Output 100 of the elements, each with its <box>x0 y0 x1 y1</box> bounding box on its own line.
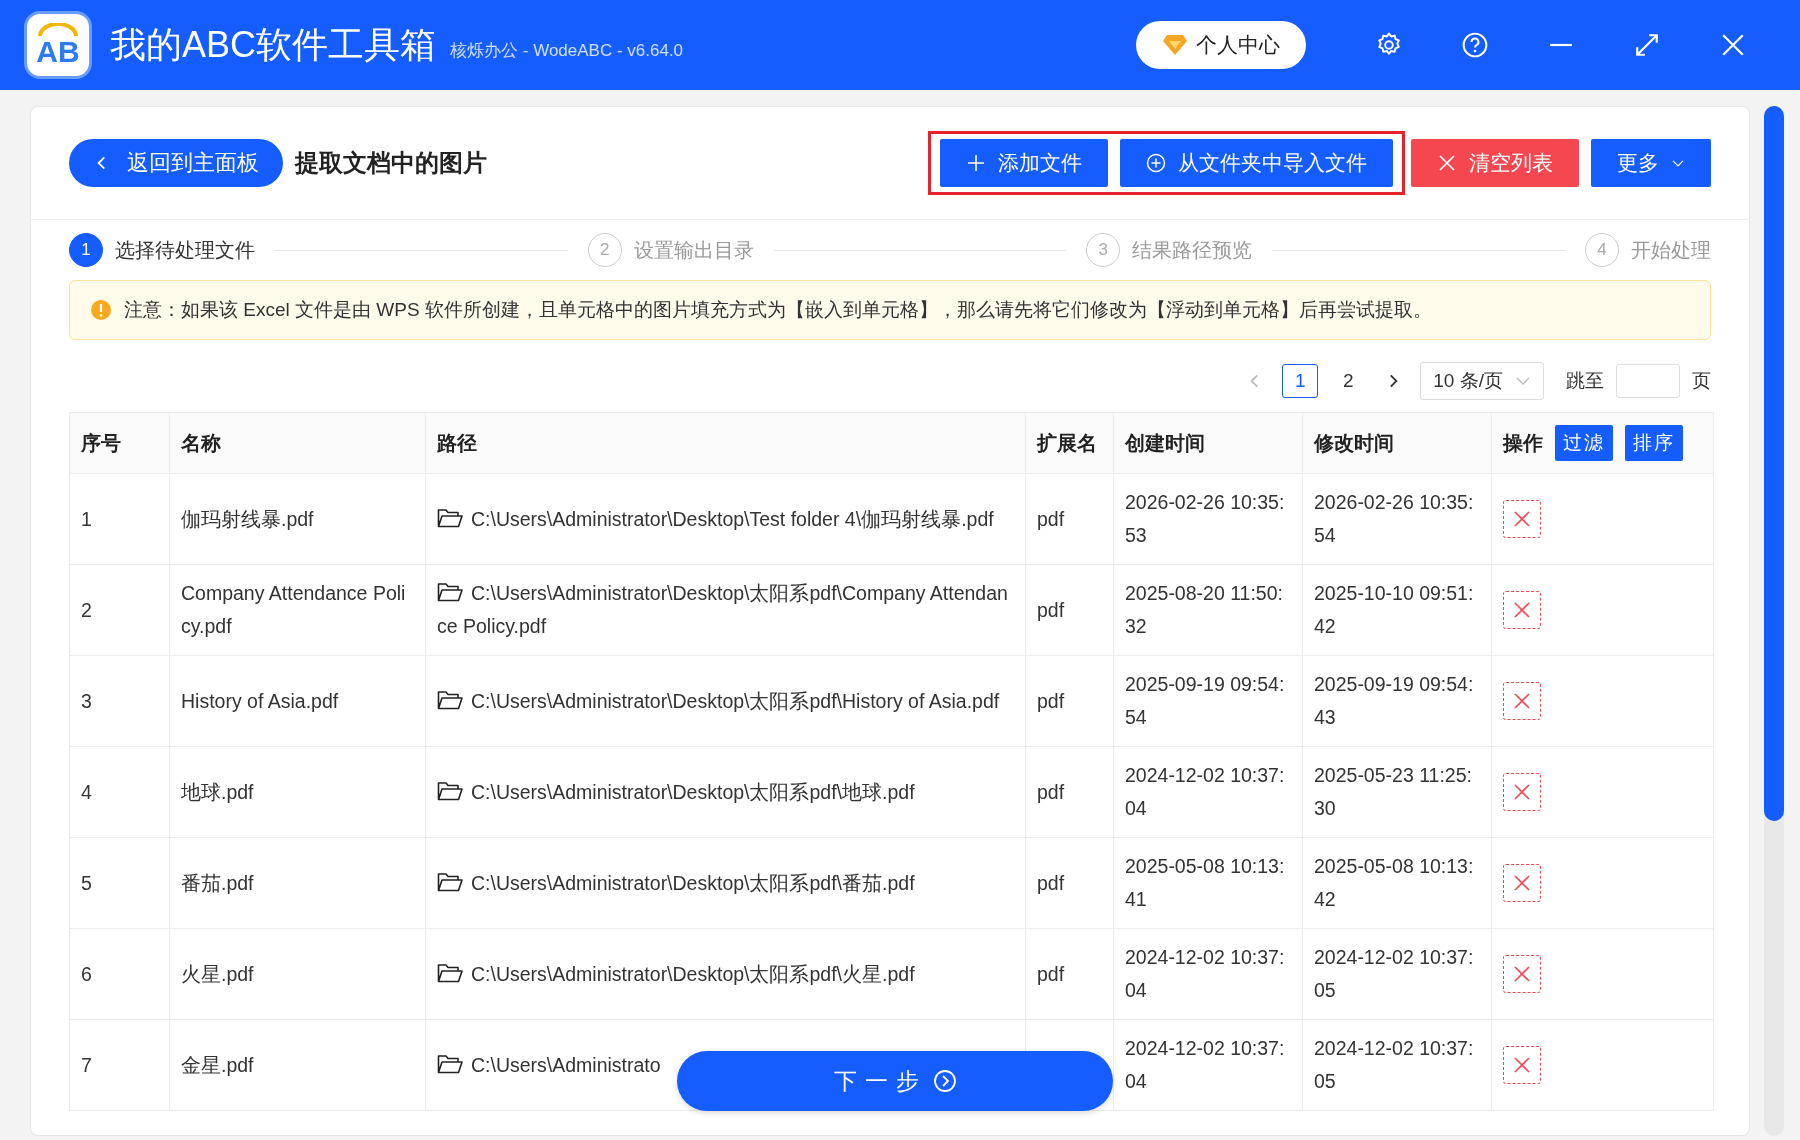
file-path: C:\Users\Administrator\Desktop\太阳系pdf\History of Asia.pdf <box>437 689 1000 712</box>
close-icon <box>1512 964 1532 984</box>
folder-icon <box>437 871 463 892</box>
file-path: C:\Users\Administrator\Desktop\太阳系pdf\地球.pdf <box>437 780 915 803</box>
table-cell: pdf <box>1025 655 1114 747</box>
close-icon[interactable] <box>1720 32 1746 58</box>
table-cell: 1 <box>69 473 170 565</box>
page-button[interactable]: 2 <box>1330 364 1367 398</box>
delete-button[interactable] <box>1503 591 1541 629</box>
add-button[interactable]: 添加文件 <box>940 139 1108 187</box>
table-cell: 2025-05-08 10:13:42 <box>1302 837 1492 929</box>
delete-button[interactable] <box>1503 955 1541 993</box>
table-cell: 2025-09-19 09:54:43 <box>1302 655 1492 747</box>
folder-icon <box>437 962 463 983</box>
delete-button[interactable] <box>1503 773 1541 811</box>
next-step-button[interactable]: 下一步 <box>677 1051 1113 1111</box>
close-icon <box>1437 153 1457 173</box>
table-cell: pdf <box>1025 564 1114 656</box>
step: 1 选择待处理文件 <box>69 233 255 267</box>
table-cell: 3 <box>69 655 170 747</box>
table-cell: 2 <box>69 564 170 656</box>
clear-button[interactable]: 清空列表 <box>1411 139 1579 187</box>
file-path: C:\Users\Administrato <box>437 1053 661 1076</box>
app-title: 我的ABC软件工具箱 <box>110 22 437 67</box>
close-icon <box>1512 873 1532 893</box>
file-path: C:\Users\Administrator\Desktop\太阳系pdf\番茄.pdf <box>437 871 915 894</box>
table-cell: pdf <box>1025 746 1114 838</box>
column-header: 名称 <box>169 412 426 474</box>
close-icon <box>1512 600 1532 620</box>
sort-button[interactable]: 排序 <box>1625 425 1683 461</box>
table-cell: pdf <box>1025 928 1114 1020</box>
delete-button[interactable] <box>1503 682 1541 720</box>
table-cell: Company Attendance Policy.pdf <box>169 564 426 656</box>
notice-text: 注意：如果该 Excel 文件是由 WPS 软件所创建，且单元格中的图片填充方式为【嵌入到单元格】，那么请先将它们修改为【浮动到单元格】后再尝试提取。 <box>124 298 1432 322</box>
table-cell: 4 <box>69 746 170 838</box>
close-icon <box>1512 509 1532 529</box>
settings-icon[interactable] <box>1376 32 1402 58</box>
import-button[interactable]: 从文件夹中导入文件 <box>1120 139 1393 187</box>
table-cell: 伽玛射线暴.pdf <box>169 473 426 565</box>
plus-icon <box>966 153 986 173</box>
folder-icon <box>437 780 463 801</box>
table-cell: 2026-02-26 10:35:53 <box>1113 473 1303 565</box>
table-cell: 2024-12-02 10:37:05 <box>1302 928 1492 1020</box>
page-button[interactable]: 1 <box>1282 364 1319 398</box>
page-unit: 页 <box>1692 369 1711 393</box>
column-header: 序号 <box>69 412 170 474</box>
maximize-icon[interactable] <box>1634 32 1660 58</box>
step: 3 结果路径预览 <box>1086 233 1253 267</box>
table-cell: 2024-12-02 10:37:05 <box>1302 1019 1492 1111</box>
table-cell: 2025-08-20 11:50:32 <box>1113 564 1303 656</box>
column-header: 修改时间 <box>1302 412 1492 474</box>
column-header: 路径 <box>425 412 1026 474</box>
folder-icon <box>437 689 463 710</box>
table-cell: pdf <box>1025 837 1114 929</box>
delete-button[interactable] <box>1503 500 1541 538</box>
folder-icon <box>437 1053 463 1074</box>
table-cell: 2024-12-02 10:37:04 <box>1113 746 1303 838</box>
folder-icon <box>437 507 463 528</box>
jump-label: 跳至 <box>1566 369 1604 393</box>
step: 2 设置输出目录 <box>587 233 754 267</box>
warning-icon <box>90 299 112 321</box>
page-input[interactable] <box>1616 364 1680 398</box>
step: 4 开始处理 <box>1585 233 1711 267</box>
table-cell: 金星.pdf <box>169 1019 426 1111</box>
table-cell: 2025-05-08 10:13:41 <box>1113 837 1303 929</box>
column-header: 创建时间 <box>1113 412 1303 474</box>
delete-button[interactable] <box>1503 864 1541 902</box>
table-cell: 番茄.pdf <box>169 837 426 929</box>
table-cell: 2024-12-02 10:37:04 <box>1113 928 1303 1020</box>
close-icon <box>1512 782 1532 802</box>
table-cell: 5 <box>69 837 170 929</box>
table-cell: 2025-10-10 09:51:42 <box>1302 564 1492 656</box>
table-cell: 7 <box>69 1019 170 1111</box>
table-cell: 火星.pdf <box>169 928 426 1020</box>
page-size-select[interactable]: 10 条/页 <box>1420 362 1544 400</box>
table-cell: pdf <box>1025 473 1114 565</box>
table-cell: 2025-09-19 09:54:54 <box>1113 655 1303 747</box>
help-icon[interactable] <box>1462 32 1488 58</box>
table-cell: 2026-02-26 10:35:54 <box>1302 473 1492 565</box>
scrollbar[interactable] <box>1764 106 1784 1136</box>
table-cell: History of Asia.pdf <box>169 655 426 747</box>
table-cell: 6 <box>69 928 170 1020</box>
table-cell: 2024-12-02 10:37:04 <box>1113 1019 1303 1111</box>
filter-button[interactable]: 过滤 <box>1555 425 1613 461</box>
back-button[interactable]: 返回到主面板 <box>69 139 283 187</box>
close-icon <box>1512 1055 1532 1075</box>
file-path: C:\Users\Administrator\Desktop\Test folder 4\伽玛射线暴.pdf <box>437 507 994 530</box>
diamond-icon <box>1162 34 1188 56</box>
file-path: C:\Users\Administrator\Desktop\太阳系pdf\火星.pdf <box>437 962 915 985</box>
table-cell: 2025-05-23 11:25:30 <box>1302 746 1492 838</box>
table-cell: 地球.pdf <box>169 746 426 838</box>
page-title: 提取文档中的图片 <box>295 148 487 178</box>
app-subtitle: 核烁办公 - WodeABC - v6.64.0 <box>450 39 684 62</box>
delete-button[interactable] <box>1503 1046 1541 1084</box>
folder-icon <box>437 582 463 602</box>
account-button[interactable]: 个人中心 <box>1136 21 1306 69</box>
chevron-circle-icon <box>932 1069 957 1093</box>
close-icon <box>1512 691 1532 711</box>
file-path: C:\Users\Administrator\Desktop\太阳系pdf\Company Attendance Policy.pdf <box>437 582 1008 637</box>
more-button[interactable]: 更多 <box>1591 139 1711 187</box>
